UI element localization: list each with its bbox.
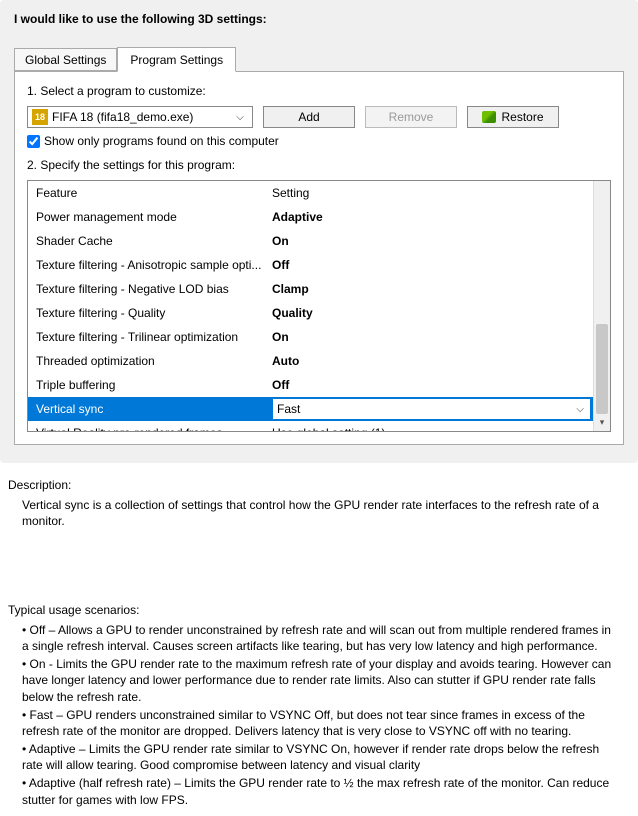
- feature-cell: Texture filtering - Negative LOD bias: [34, 282, 272, 296]
- scenario-item: • Adaptive (half refresh rate) – Limits …: [22, 775, 618, 807]
- settings-row[interactable]: Vertical sync Fast ⌵: [28, 397, 593, 421]
- setting-cell: On: [272, 330, 587, 344]
- scenarios-title: Typical usage scenarios:: [8, 602, 618, 618]
- setting-cell: Use global setting (1): [272, 426, 587, 431]
- settings-row[interactable]: Triple bufferingOff: [28, 373, 593, 397]
- settings-row[interactable]: Shader CacheOn: [28, 229, 593, 253]
- feature-cell: Threaded optimization: [34, 354, 272, 368]
- settings-panel: I would like to use the following 3D set…: [0, 0, 638, 463]
- settings-row[interactable]: Threaded optimizationAuto: [28, 349, 593, 373]
- scrollbar[interactable]: ▾: [593, 181, 610, 431]
- chevron-down-icon: ⌵: [576, 404, 590, 415]
- program-select[interactable]: 18 FIFA 18 (fifa18_demo.exe) ⌵: [27, 106, 253, 128]
- scroll-thumb[interactable]: [596, 324, 608, 414]
- feature-cell: Virtual Reality pre-rendered frames: [34, 426, 272, 431]
- tab-page-program-settings: 1. Select a program to customize: 18 FIF…: [14, 71, 624, 445]
- settings-row[interactable]: Power management modeAdaptive: [28, 205, 593, 229]
- feature-cell: Triple buffering: [34, 378, 272, 392]
- nvidia-icon: [482, 111, 496, 123]
- step-1-label: 1. Select a program to customize:: [27, 84, 611, 98]
- header-setting: Setting: [272, 186, 587, 200]
- setting-cell: Auto: [272, 354, 587, 368]
- setting-cell: On: [272, 234, 587, 248]
- chevron-down-icon: ⌵: [232, 112, 248, 123]
- feature-cell: Texture filtering - Quality: [34, 306, 272, 320]
- restore-button[interactable]: Restore: [467, 106, 559, 128]
- restore-label: Restore: [501, 110, 543, 124]
- settings-list: Feature Setting Power management modeAda…: [27, 180, 611, 432]
- scroll-down-icon[interactable]: ▾: [594, 414, 610, 431]
- scenario-item: • Adaptive – Limits the GPU render rate …: [22, 741, 618, 773]
- program-row: 18 FIFA 18 (fifa18_demo.exe) ⌵ Add Remov…: [27, 106, 611, 128]
- feature-cell: Texture filtering - Anisotropic sample o…: [34, 258, 272, 272]
- tab-program-settings[interactable]: Program Settings: [117, 47, 236, 72]
- program-select-label: FIFA 18 (fifa18_demo.exe): [52, 110, 232, 124]
- feature-cell: Shader Cache: [34, 234, 272, 248]
- tab-bar: Global Settings Program Settings: [14, 46, 624, 71]
- setting-cell: Adaptive: [272, 210, 587, 224]
- description-section: Description: Vertical sync is a collecti…: [0, 463, 638, 816]
- remove-button: Remove: [365, 106, 457, 128]
- feature-cell: Power management mode: [34, 210, 272, 224]
- settings-row[interactable]: Texture filtering - Trilinear optimizati…: [28, 325, 593, 349]
- tab-global-settings[interactable]: Global Settings: [14, 48, 117, 71]
- show-only-checkbox[interactable]: [27, 135, 40, 148]
- step-2-label: 2. Specify the settings for this program…: [27, 158, 611, 172]
- settings-table: Feature Setting Power management modeAda…: [28, 181, 593, 431]
- setting-cell[interactable]: Fast ⌵: [272, 398, 591, 420]
- description-title: Description:: [8, 477, 618, 493]
- show-only-label: Show only programs found on this compute…: [44, 134, 279, 148]
- feature-cell: Texture filtering - Trilinear optimizati…: [34, 330, 272, 344]
- scenarios-list: • Off – Allows a GPU to render unconstra…: [22, 622, 618, 808]
- settings-header: Feature Setting: [28, 181, 593, 205]
- show-only-row[interactable]: Show only programs found on this compute…: [27, 134, 611, 148]
- settings-row[interactable]: Texture filtering - Negative LOD biasCla…: [28, 277, 593, 301]
- add-button[interactable]: Add: [263, 106, 355, 128]
- panel-heading: I would like to use the following 3D set…: [14, 12, 624, 26]
- scenario-item: • Fast – GPU renders unconstrained simil…: [22, 707, 618, 739]
- setting-cell: Quality: [272, 306, 587, 320]
- scenario-item: • Off – Allows a GPU to render unconstra…: [22, 622, 618, 654]
- setting-cell: Off: [272, 378, 587, 392]
- settings-row[interactable]: Virtual Reality pre-rendered framesUse g…: [28, 421, 593, 431]
- description-text: Vertical sync is a collection of setting…: [22, 497, 618, 529]
- header-feature: Feature: [34, 186, 272, 200]
- settings-row[interactable]: Texture filtering - Anisotropic sample o…: [28, 253, 593, 277]
- feature-cell: Vertical sync: [34, 402, 272, 416]
- scenario-item: • On - Limits the GPU render rate to the…: [22, 656, 618, 705]
- setting-cell: Off: [272, 258, 587, 272]
- setting-cell: Clamp: [272, 282, 587, 296]
- settings-row[interactable]: Texture filtering - QualityQuality: [28, 301, 593, 325]
- setting-value: Fast: [277, 402, 300, 416]
- program-icon: 18: [32, 109, 48, 125]
